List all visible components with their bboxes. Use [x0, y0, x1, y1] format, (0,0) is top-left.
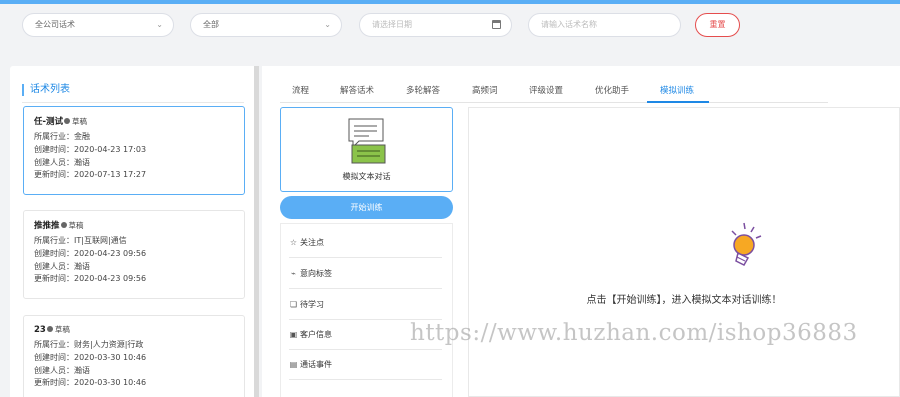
menu-item-focus[interactable]: ☆ 关注点 [289, 228, 442, 258]
filter-bar: 全公司话术 ⌄ 全部 ⌄ 请选择日期 请输入话术名称 重置 [0, 4, 900, 48]
card-industry: 所属行业：金融 [34, 132, 90, 141]
card-creator: 创建人员：瀚语 [34, 157, 90, 167]
card-industry: 所属行业：财务|人力资源|行政 [34, 340, 144, 349]
card-title: 23 草稿 [34, 324, 234, 335]
tab-flow[interactable]: 流程 [292, 84, 309, 96]
tab-optimizer[interactable]: 优化助手 [595, 84, 629, 96]
status-dot-icon [46, 326, 53, 332]
status-dot-icon [60, 222, 67, 228]
card-updated: 更新时间：2020-07-13 17:27 [34, 170, 147, 180]
card-name: 推推推 [34, 221, 60, 231]
simulation-chat-area: 点击【开始训练】，进入模拟文本对话训练！ [468, 107, 900, 397]
status-dot-icon [64, 118, 71, 124]
card-updated: 更新时间：2020-03-30 10:46 [34, 378, 147, 388]
document-icon: ▤ [289, 360, 298, 369]
tab-rating[interactable]: 评级设置 [529, 84, 563, 96]
menu-item-label: 客户信息 [300, 330, 332, 339]
card-name: 任-测试 [34, 117, 64, 127]
card-creator: 创建人员：瀚语 [34, 365, 90, 375]
panel-title: 话术列表 [22, 84, 70, 96]
detail-panel: 流程 解答话术 多轮解答 高频词 评级设置 优化助手 模拟训练 模拟文本对话 开… [262, 66, 900, 397]
tab-simulation[interactable]: 模拟训练 [660, 84, 694, 96]
category-select-value: 全公司话术 [35, 20, 75, 29]
tab-high-frequency[interactable]: 高频词 [472, 84, 498, 96]
card-created: 创建时间：2020-04-23 09:56 [34, 248, 147, 258]
tab-multi-round[interactable]: 多轮解答 [406, 84, 440, 96]
chevron-down-icon: ⌄ [156, 20, 163, 29]
status-select-value: 全部 [203, 20, 219, 29]
menu-item-label: 关注点 [300, 238, 324, 247]
card-created: 创建时间：2020-03-30 10:46 [34, 352, 147, 362]
card-status: 草稿 [68, 221, 84, 230]
menu-item-label: 通话事件 [300, 360, 332, 369]
simulate-text-dialog-card[interactable]: 模拟文本对话 [280, 107, 453, 192]
watermark: https://www.huzhan.com/ishop36883 [410, 320, 858, 346]
card-creator: 创建人员：瀚语 [34, 261, 90, 271]
date-picker-placeholder: 请选择日期 [372, 20, 412, 29]
tab-divider [280, 102, 828, 103]
id-card-icon: ▣ [289, 330, 298, 339]
name-search-placeholder: 请输入话术名称 [541, 20, 597, 29]
menu-item-label: 待学习 [300, 300, 324, 309]
card-name: 23 [34, 325, 46, 335]
card-title: 推推推 草稿 [34, 219, 234, 231]
chevron-down-icon: ⌄ [324, 20, 331, 29]
training-hint-text: 点击【开始训练】，进入模拟文本对话训练！ [586, 295, 782, 306]
card-industry: 所属行业：IT|互联网|通信 [34, 236, 127, 245]
menu-item-intent-tag[interactable]: ⌁ 意向标签 [289, 259, 442, 289]
simulate-dialog-label: 模拟文本对话 [342, 172, 391, 181]
vertical-scrollbar[interactable] [254, 66, 259, 397]
active-tab-indicator [647, 101, 709, 103]
script-card[interactable]: 推推推 草稿 所属行业：IT|互联网|通信 创建时间：2020-04-23 09:… [23, 210, 245, 299]
date-picker[interactable]: 请选择日期 [359, 13, 512, 37]
script-list-panel: 话术列表 任-测试 草稿 所属行业：金融 创建时间：2020-04-23 17:0… [10, 66, 256, 397]
card-created: 创建时间：2020-04-23 17:03 [34, 144, 147, 154]
status-select[interactable]: 全部 ⌄ [190, 13, 342, 37]
script-card[interactable]: 任-测试 草稿 所属行业：金融 创建时间：2020-04-23 17:03 创建人… [23, 106, 245, 195]
card-title: 任-测试 草稿 [34, 115, 234, 127]
book-icon: ❏ [289, 300, 298, 309]
chat-bubbles-icon [348, 118, 386, 164]
start-training-button[interactable]: 开始训练 [280, 196, 453, 219]
card-status: 草稿 [72, 117, 88, 126]
divider [22, 102, 244, 103]
name-search-input[interactable]: 请输入话术名称 [528, 13, 681, 37]
card-updated: 更新时间：2020-04-23 09:56 [34, 274, 147, 284]
reset-button[interactable]: 重置 [695, 13, 740, 37]
category-select[interactable]: 全公司话术 ⌄ [22, 13, 174, 37]
card-status: 草稿 [54, 325, 70, 334]
script-card[interactable]: 23 草稿 所属行业：财务|人力资源|行政 创建时间：2020-03-30 10:… [23, 315, 245, 397]
side-menu: ☆ 关注点 ⌁ 意向标签 ❏ 待学习 ▣ 客户信息 ▤ 通话事件 [280, 223, 453, 397]
menu-item-to-learn[interactable]: ❏ 待学习 [289, 290, 442, 320]
lightbulb-icon [731, 222, 762, 266]
menu-item-call-events[interactable]: ▤ 通话事件 [289, 350, 442, 380]
tag-icon: ⌁ [291, 269, 296, 278]
tab-answer-script[interactable]: 解答话术 [340, 84, 374, 96]
menu-item-label: 意向标签 [300, 269, 332, 278]
calendar-icon [492, 20, 501, 29]
star-icon: ☆ [289, 238, 298, 247]
